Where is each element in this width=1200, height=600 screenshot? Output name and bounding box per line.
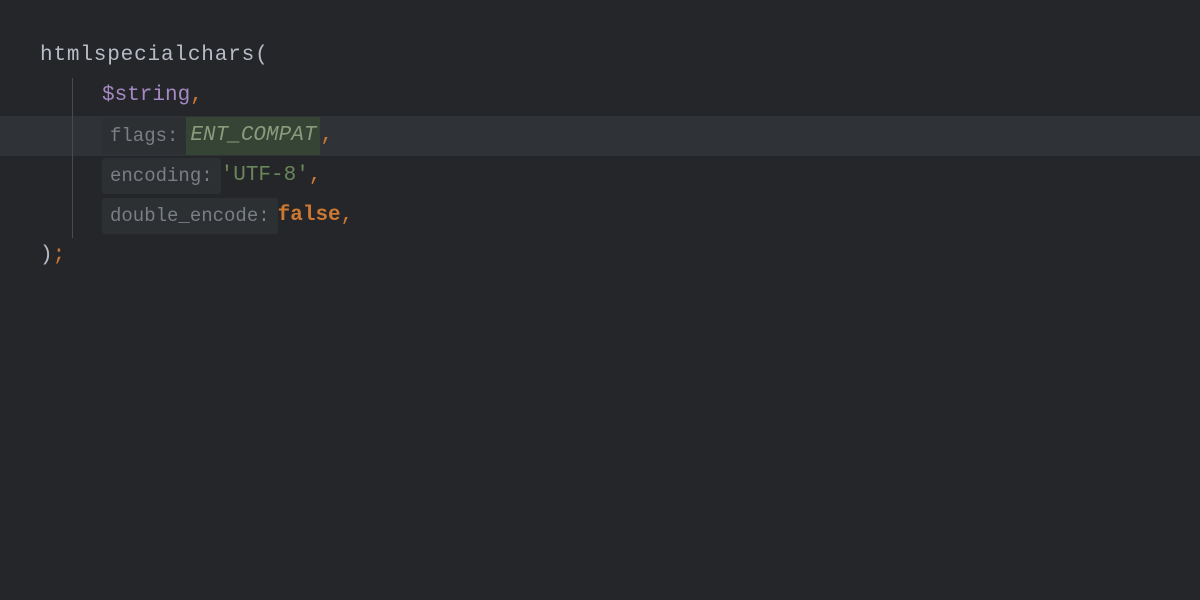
semicolon-token: ;	[53, 237, 66, 275]
keyword-token: false	[278, 197, 341, 235]
code-line: htmlspecialchars(	[40, 36, 1200, 76]
code-line: );	[40, 236, 1200, 276]
constant-token: ENT_COMPAT	[186, 117, 320, 155]
comma-token: ,	[320, 117, 333, 155]
comma-token: ,	[190, 77, 203, 115]
code-line: $string,	[40, 76, 1200, 116]
comma-token: ,	[341, 197, 354, 235]
code-line: encoding: 'UTF-8',	[40, 156, 1200, 196]
comma-token: ,	[309, 157, 322, 195]
code-editor[interactable]: htmlspecialchars( $string, flags: ENT_CO…	[0, 0, 1200, 276]
string-token: 'UTF-8'	[221, 157, 309, 195]
open-paren: (	[255, 37, 268, 75]
parameter-hint: double_encode:	[102, 198, 278, 234]
code-line-highlighted: flags: ENT_COMPAT,	[40, 116, 1200, 156]
variable-token: $string	[102, 77, 190, 115]
function-name: htmlspecialchars	[40, 37, 255, 75]
code-line: double_encode: false,	[40, 196, 1200, 236]
close-paren: )	[40, 237, 53, 275]
parameter-hint: encoding:	[102, 158, 221, 194]
parameter-hint: flags:	[102, 118, 186, 154]
